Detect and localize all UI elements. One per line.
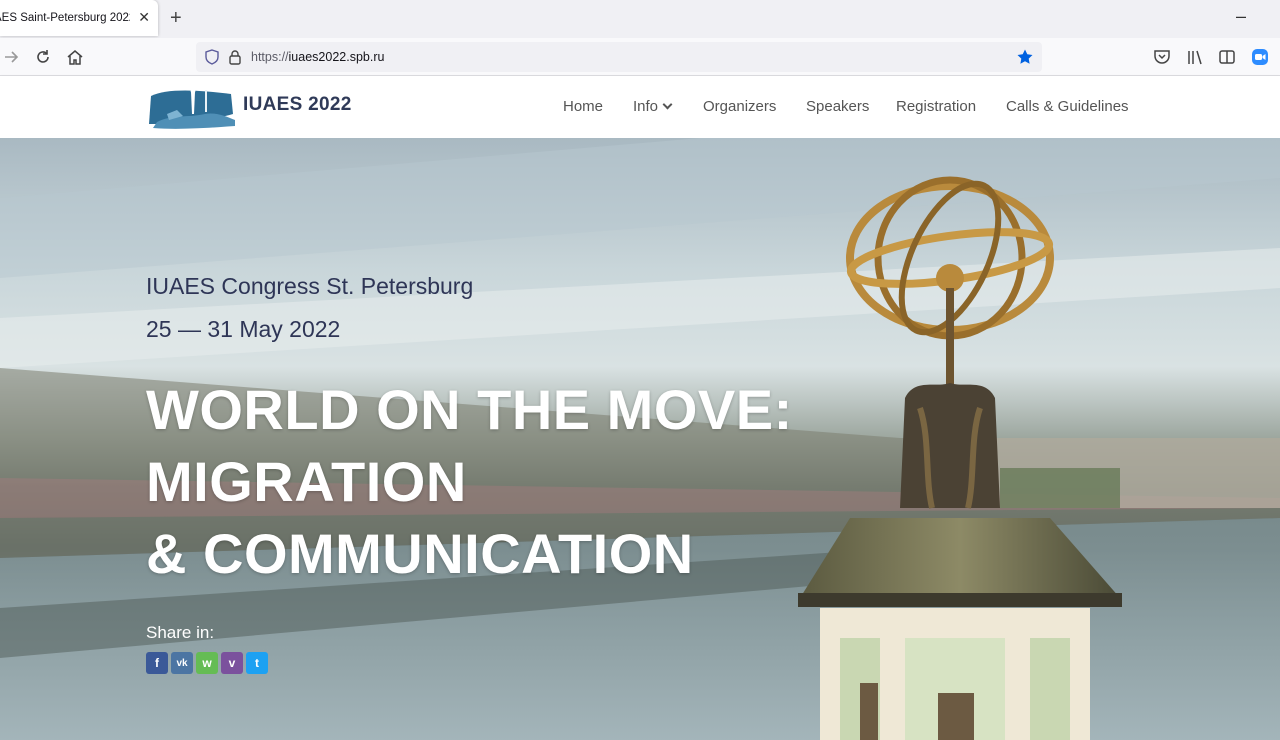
share-buttons: f vk w v t xyxy=(146,652,268,674)
pocket-icon[interactable] xyxy=(1153,48,1171,66)
close-tab-icon[interactable]: ✕ xyxy=(138,10,150,24)
site-logo-text[interactable]: IUAES 2022 xyxy=(243,94,352,116)
bookmark-star-icon[interactable] xyxy=(1016,48,1034,66)
site-header: IUAES 2022 Home Info Organizers Speakers… xyxy=(0,76,1280,138)
url-text: https://iuaes2022.spb.ru xyxy=(251,50,384,64)
home-icon[interactable] xyxy=(65,47,85,67)
chevron-down-icon xyxy=(662,99,673,110)
nav-home[interactable]: Home xyxy=(563,98,603,115)
browser-nav-bar: https://iuaes2022.spb.ru xyxy=(0,38,1280,76)
vk-share-icon[interactable]: vk xyxy=(171,652,193,674)
hero-banner: IUAES Congress St. Petersburg 25 — 31 Ma… xyxy=(0,138,1280,740)
whatsapp-share-icon[interactable]: w xyxy=(196,652,218,674)
lock-icon[interactable] xyxy=(228,49,242,65)
new-tab-button[interactable]: + xyxy=(170,8,182,28)
url-scheme: https:// xyxy=(251,50,289,64)
reload-icon[interactable] xyxy=(33,47,53,67)
hero-title-line-3: & COMMUNICATION xyxy=(146,522,694,585)
iuaes-logo-icon[interactable] xyxy=(147,84,237,130)
nav-info-label: Info xyxy=(633,98,659,115)
nav-calls-guidelines[interactable]: Calls & Guidelines xyxy=(1006,98,1129,115)
nav-info[interactable]: Info xyxy=(633,98,673,115)
address-bar[interactable]: https://iuaes2022.spb.ru xyxy=(196,42,1042,72)
url-host: iuaes2022.spb.ru xyxy=(288,50,385,64)
tracking-shield-icon[interactable] xyxy=(204,49,220,65)
facebook-share-icon[interactable]: f xyxy=(146,652,168,674)
minimize-window-icon[interactable]: – xyxy=(1236,6,1246,27)
viber-share-icon[interactable]: v xyxy=(221,652,243,674)
hero-title-line-2: MIGRATION xyxy=(146,450,467,513)
nav-speakers[interactable]: Speakers xyxy=(806,98,869,115)
hero-subtitle: IUAES Congress St. Petersburg xyxy=(146,273,474,299)
twitter-share-icon[interactable]: t xyxy=(246,652,268,674)
library-icon[interactable] xyxy=(1186,48,1204,66)
nav-organizers[interactable]: Organizers xyxy=(703,98,776,115)
sidebar-toggle-icon[interactable] xyxy=(1218,48,1236,66)
tab-title: AES Saint-Petersburg 2022 Co xyxy=(0,12,130,24)
browser-tab-bar: AES Saint-Petersburg 2022 Co ✕ + – xyxy=(0,0,1280,38)
share-label: Share in: xyxy=(146,623,215,642)
hero-title-line-1: WORLD ON THE MOVE: xyxy=(146,378,793,441)
nav-registration[interactable]: Registration xyxy=(896,98,976,115)
browser-tab[interactable]: AES Saint-Petersburg 2022 Co ✕ xyxy=(0,0,158,36)
hero-dates: 25 — 31 May 2022 xyxy=(146,316,341,342)
zoom-extension-icon[interactable] xyxy=(1251,48,1269,66)
forward-arrow-icon[interactable] xyxy=(2,47,22,67)
